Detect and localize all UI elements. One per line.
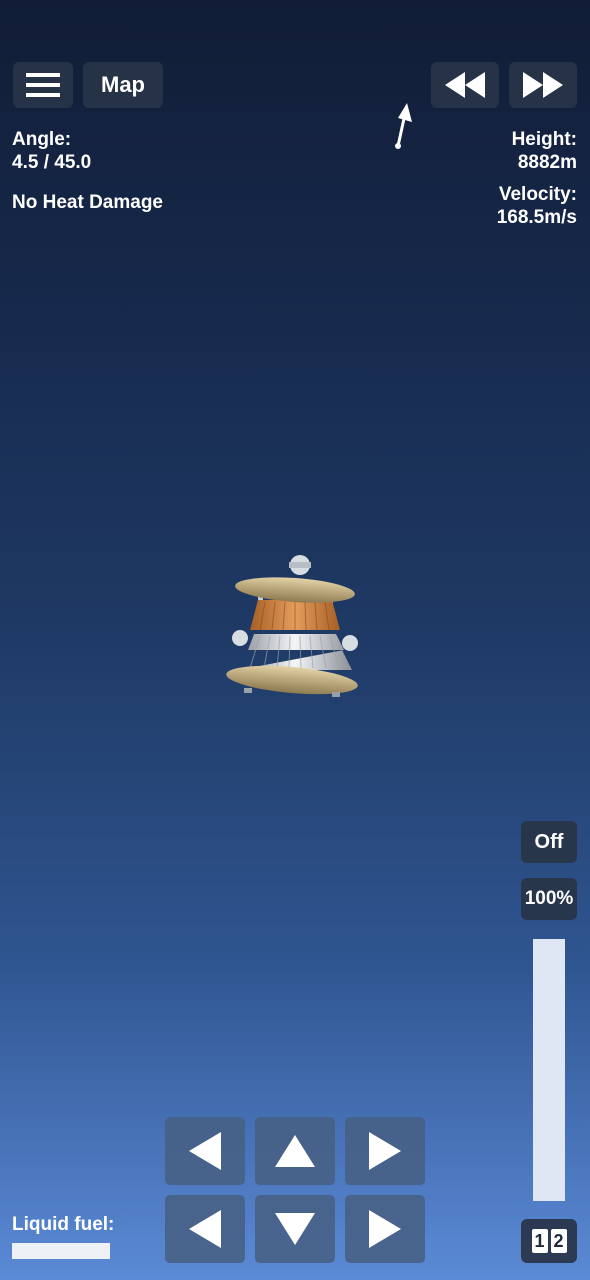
rotate-left-button[interactable]	[165, 1117, 245, 1185]
move-down-button[interactable]	[255, 1195, 335, 1263]
fast-forward-button[interactable]	[509, 62, 577, 108]
move-right-button[interactable]	[345, 1195, 425, 1263]
left-arrow-icon	[189, 1210, 221, 1248]
direction-indicator-icon	[395, 103, 412, 149]
map-button[interactable]: Map	[83, 62, 163, 108]
hamburger-icon	[26, 73, 60, 97]
right-arrow-icon	[369, 1132, 401, 1170]
heat-status: No Heat Damage	[12, 192, 163, 213]
throttle-slider[interactable]	[533, 939, 565, 1201]
velocity-label: Velocity:	[498, 184, 577, 205]
fast-forward-icon	[523, 72, 563, 98]
rotate-right-button[interactable]	[345, 1117, 425, 1185]
fuel-gauge	[12, 1243, 110, 1259]
throttle-slider-fill	[533, 939, 565, 1201]
left-arrow-icon	[189, 1132, 221, 1170]
menu-button[interactable]	[13, 62, 73, 108]
rewind-button[interactable]	[431, 62, 499, 108]
stage-switch-left: 1	[531, 1229, 548, 1253]
stage-switch-right: 2	[550, 1229, 567, 1253]
fuel-label: Liquid fuel:	[12, 1214, 115, 1235]
angle-value: 4.5 / 45.0	[12, 152, 92, 173]
move-up-button[interactable]	[255, 1117, 335, 1185]
down-arrow-icon	[275, 1213, 315, 1245]
rewind-icon	[445, 72, 485, 98]
stage-switch-button[interactable]: 1 2	[521, 1219, 577, 1263]
throttle-percent-button[interactable]: 100%	[521, 878, 577, 920]
velocity-value: 168.5m/s	[496, 207, 577, 228]
spacecraft	[226, 555, 358, 697]
angle-label: Angle:	[12, 129, 72, 150]
right-arrow-icon	[369, 1210, 401, 1248]
height-value: 8882m	[517, 152, 577, 173]
fuel-gauge-fill	[12, 1243, 110, 1259]
up-arrow-icon	[275, 1135, 315, 1167]
map-button-label: Map	[101, 72, 145, 97]
move-left-button[interactable]	[165, 1195, 245, 1263]
height-label: Height:	[511, 129, 577, 150]
throttle-toggle-button[interactable]: Off	[521, 821, 577, 863]
throttle-toggle-label: Off	[534, 830, 564, 853]
throttle-percent-label: 100%	[524, 888, 574, 909]
